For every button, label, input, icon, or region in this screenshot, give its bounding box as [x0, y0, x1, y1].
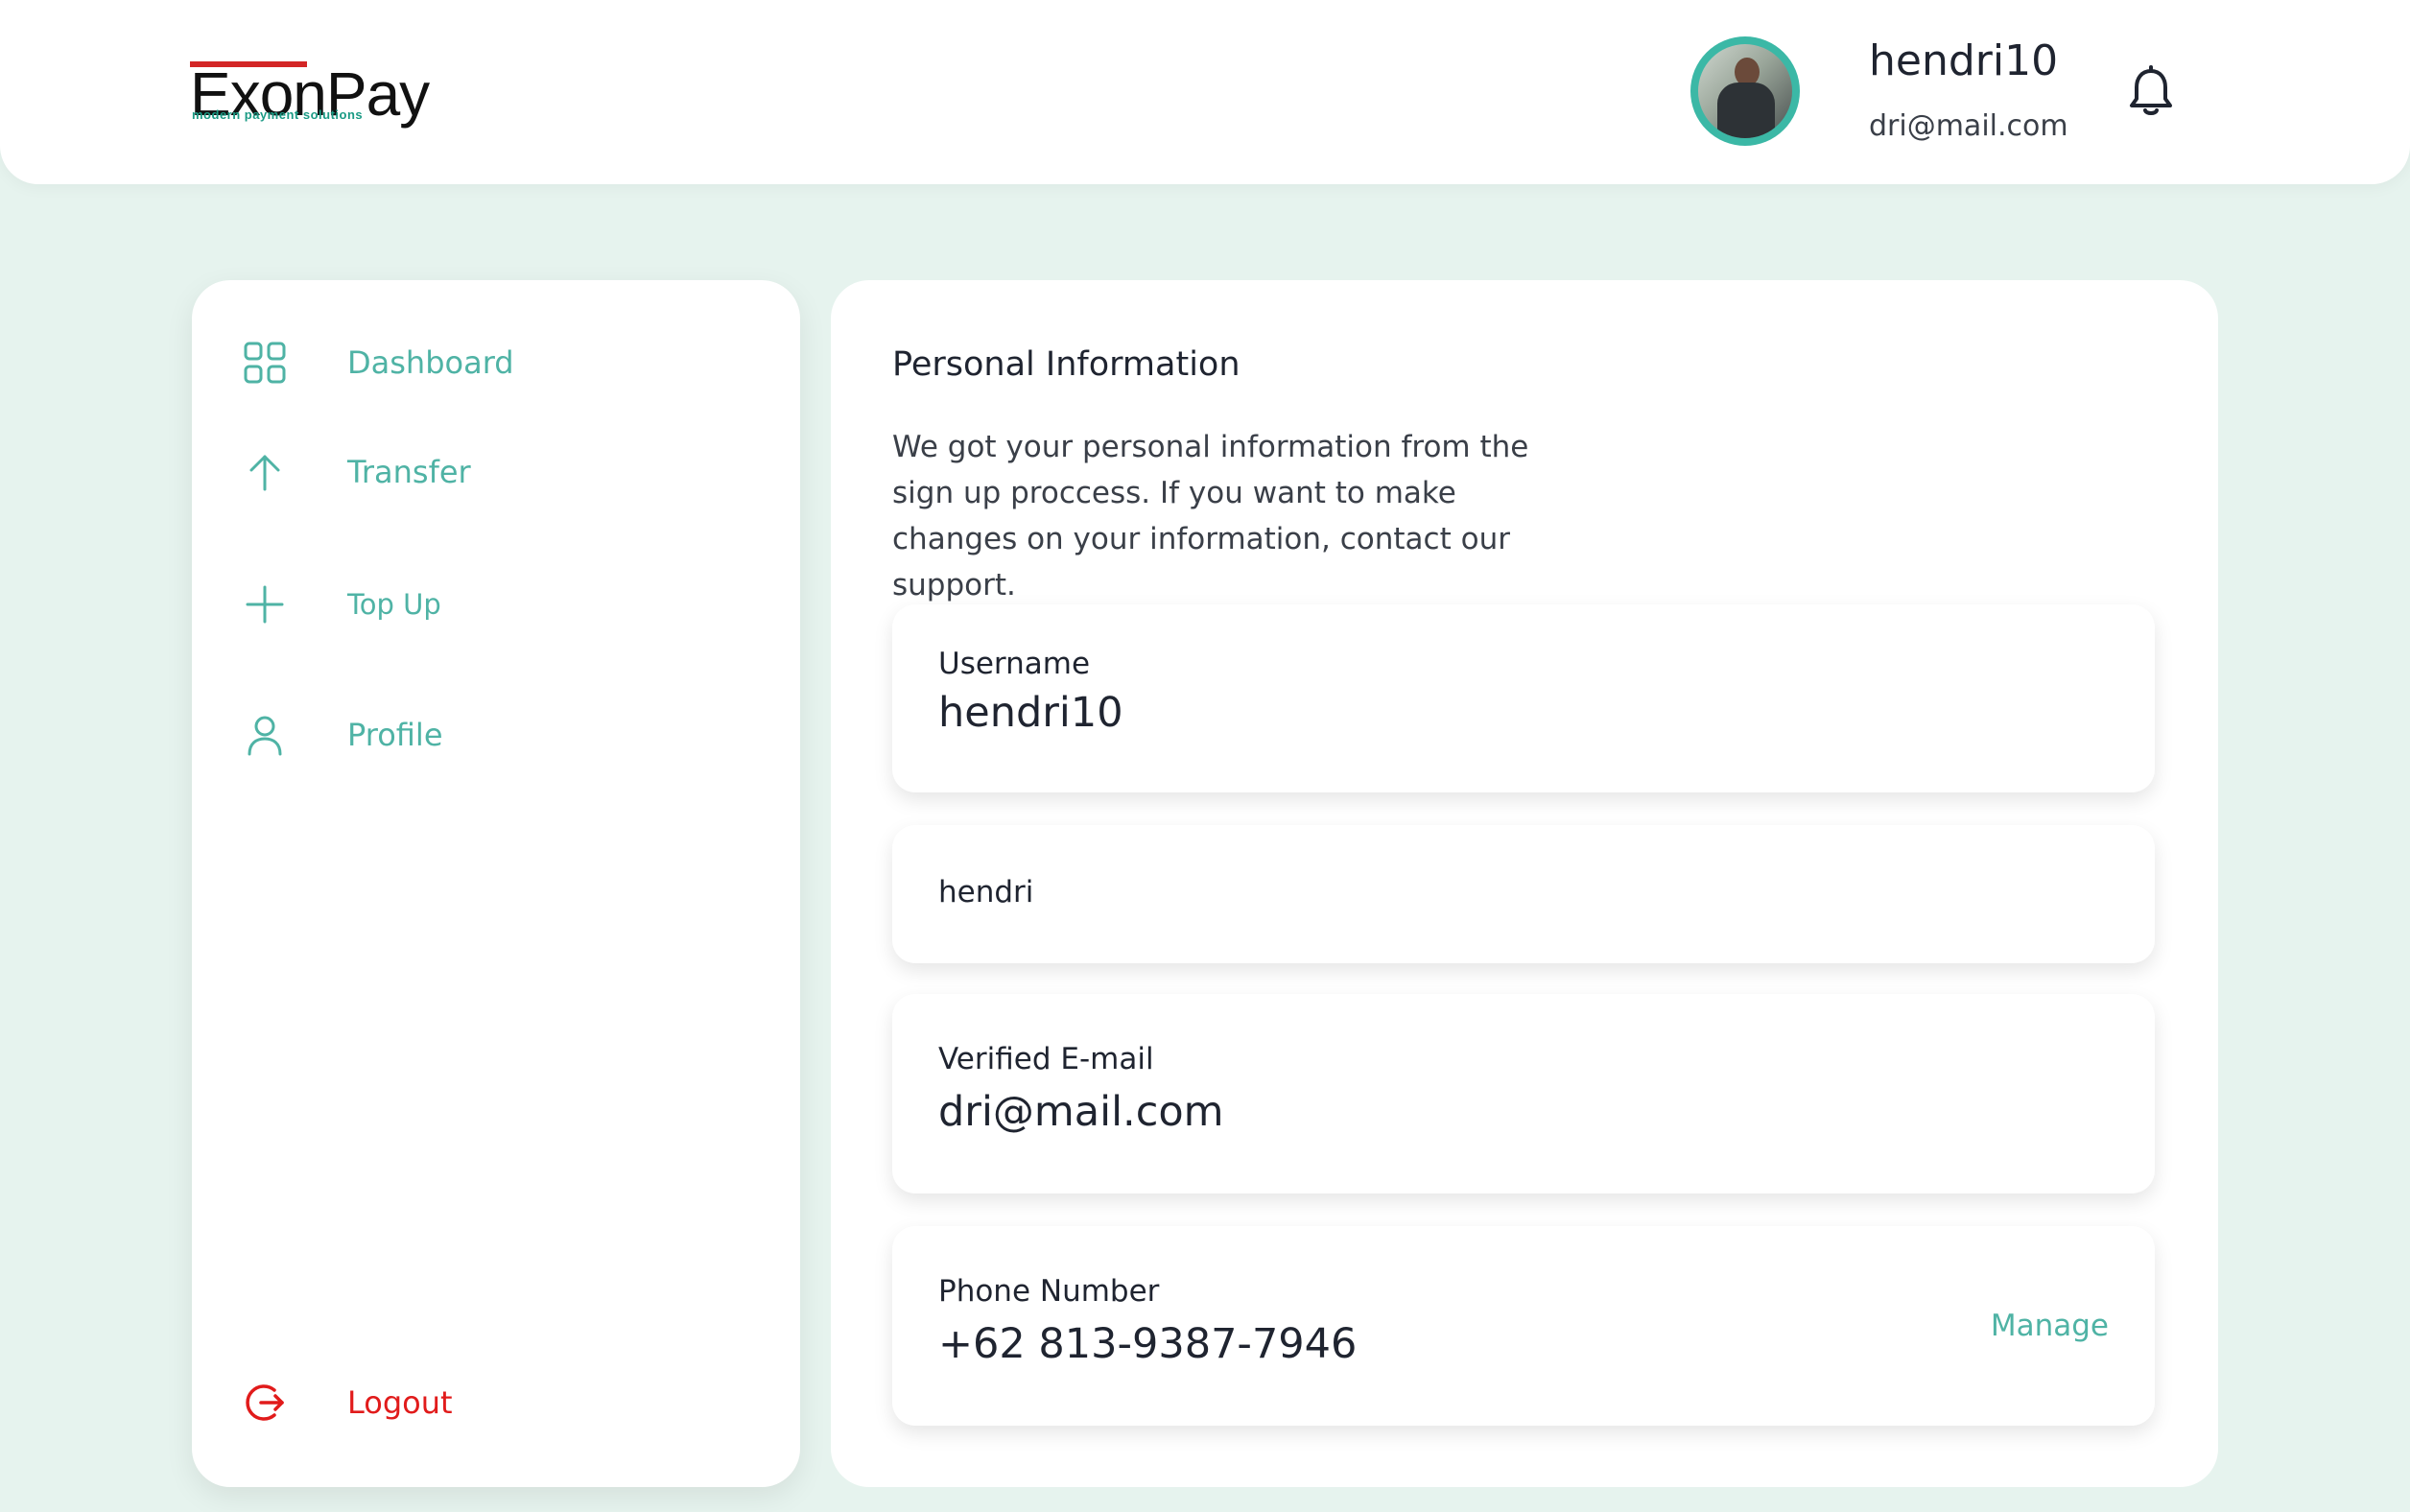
- username-card: Username hendri10: [892, 604, 2155, 792]
- top-header: ExonPay modern payment solutions hendri1…: [0, 0, 2410, 184]
- logout-button[interactable]: Logout: [236, 1372, 735, 1433]
- sidebar-item-profile[interactable]: Profile: [236, 704, 735, 766]
- field-label: Phone Number: [938, 1274, 1160, 1309]
- field-value: hendri: [938, 875, 1034, 910]
- logout-label: Logout: [347, 1384, 453, 1421]
- plus-icon: [236, 576, 294, 633]
- avatar-photo: [1698, 44, 1792, 138]
- brand-tagline: modern payment solutions: [192, 107, 364, 122]
- sidebar-item-transfer[interactable]: Transfer: [236, 441, 735, 503]
- page-title: Personal Information: [892, 345, 1240, 384]
- sidebar-item-top-up[interactable]: Top Up: [236, 574, 735, 635]
- brand-logo[interactable]: ExonPay modern payment solutions: [190, 58, 430, 125]
- header-email: dri@mail.com: [1869, 109, 2068, 143]
- bell-icon[interactable]: [2122, 63, 2180, 121]
- field-label: Verified E-mail: [938, 1042, 1154, 1076]
- user-icon: [236, 706, 294, 764]
- sidebar: Dashboard Transfer Top Up Profile Logout: [192, 280, 800, 1487]
- logout-icon: [236, 1374, 294, 1431]
- field-label: Username: [938, 647, 1091, 681]
- sidebar-item-dashboard[interactable]: Dashboard: [236, 332, 735, 393]
- grid-icon: [236, 334, 294, 391]
- sidebar-item-label: Top Up: [347, 588, 441, 621]
- avatar[interactable]: [1690, 36, 1800, 146]
- page-description: We got your personal information from th…: [892, 430, 1529, 602]
- personal-information-panel: Personal Information We got your persona…: [831, 280, 2218, 1487]
- phone-card: Phone Number +62 813-9387-7946 Manage: [892, 1226, 2155, 1426]
- field-value: +62 813-9387-7946: [938, 1320, 1358, 1368]
- name-card: hendri: [892, 825, 2155, 963]
- sidebar-item-label: Profile: [347, 717, 443, 753]
- sidebar-item-label: Dashboard: [347, 344, 514, 381]
- email-card: Verified E-mail dri@mail.com: [892, 994, 2155, 1193]
- header-username: hendri10: [1869, 36, 2059, 85]
- field-value: dri@mail.com: [938, 1088, 1224, 1136]
- field-value: hendri10: [938, 689, 1123, 737]
- sidebar-item-label: Transfer: [347, 454, 471, 490]
- manage-phone-link[interactable]: Manage: [1991, 1309, 2109, 1343]
- arrow-up-icon: [236, 443, 294, 501]
